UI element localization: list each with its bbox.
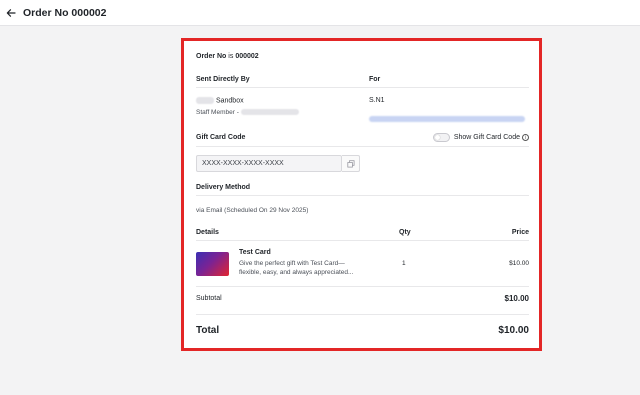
page-title: Order No 000002: [23, 6, 107, 19]
product-description-line: flexible, easy, and always appreciated..…: [239, 269, 354, 276]
show-code-label: Show Gift Card Code: [453, 134, 520, 141]
product-description: Give the perfect gift with Test Card— fl…: [239, 259, 353, 277]
gift-card-code-field: XXXX-XXXX-XXXX-XXXX: [196, 155, 342, 172]
redacted-staff-name: [240, 109, 299, 116]
divider: [196, 240, 529, 241]
order-number: 000002: [235, 53, 259, 60]
redacted-recipient-email[interactable]: [369, 115, 525, 122]
divider: [196, 286, 529, 287]
total-label: Total: [196, 325, 220, 336]
subtotal-label: Subtotal: [196, 295, 222, 302]
copy-button[interactable]: [342, 155, 360, 172]
order-label: Order No: [196, 53, 227, 60]
sender-name: Sandbox: [215, 97, 244, 105]
show-code-control: Show Gift Card Code i: [432, 133, 529, 142]
recipient-email-line: [369, 110, 525, 128]
order-is-word: is: [228, 53, 234, 60]
divider: [196, 195, 529, 196]
for-heading: For: [369, 76, 381, 83]
product-qty: 1: [402, 260, 406, 267]
copy-icon: [346, 159, 354, 167]
recipient-name: S.N1: [369, 97, 385, 104]
gift-card-code-value: XXXX-XXXX-XXXX-XXXX: [202, 160, 284, 167]
redacted-text: [196, 97, 214, 104]
top-bar: Order No 000002: [0, 0, 640, 26]
product-thumbnail: [196, 252, 229, 276]
sender-name-line: Sandbox: [196, 97, 244, 104]
column-header-qty: Qty: [399, 229, 411, 236]
staff-member-line: Staff Member -: [196, 109, 299, 116]
info-icon[interactable]: i: [522, 134, 529, 141]
divider: [196, 87, 529, 88]
product-description-line: Give the perfect gift with Test Card—: [239, 260, 345, 267]
show-code-toggle[interactable]: [432, 133, 450, 142]
sent-by-heading: Sent Directly By: [196, 76, 250, 83]
column-header-price: Price: [511, 229, 529, 236]
product-name: Test Card: [239, 249, 271, 256]
staff-member-label: Staff Member -: [196, 109, 239, 116]
column-header-details: Details: [196, 229, 219, 236]
gift-card-code-heading: Gift Card Code: [196, 134, 246, 141]
total-value: $10.00: [498, 325, 529, 336]
divider: [196, 314, 529, 315]
delivery-method-heading: Delivery Method: [196, 184, 251, 191]
back-arrow-icon[interactable]: [5, 7, 17, 19]
product-price: $10.00: [509, 260, 529, 267]
subtotal-value: $10.00: [504, 294, 529, 303]
delivery-method-text: via Email (Scheduled On 29 Nov 2025): [196, 207, 309, 214]
order-details-card: Order No is 000002 Sent Directly By For …: [181, 38, 542, 351]
divider: [196, 146, 529, 147]
order-number-line: Order No is 000002: [196, 53, 529, 60]
